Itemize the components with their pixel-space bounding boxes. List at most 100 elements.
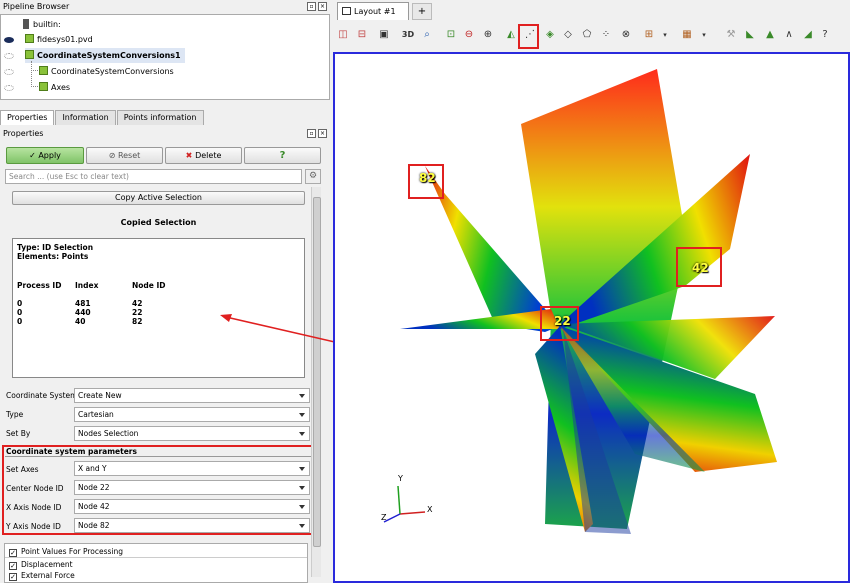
table-cell: 0 (17, 299, 23, 308)
table-cell: 40 (75, 317, 86, 326)
tree-item-fidesys[interactable]: fidesys01.pvd (25, 32, 93, 47)
close-icon[interactable]: × (318, 2, 327, 11)
tree-item-coordsys[interactable]: CoordinateSystemConversions (39, 64, 174, 79)
chevron-down-icon[interactable]: ▾ (658, 28, 672, 42)
add-layout-button[interactable]: + (412, 3, 432, 20)
table-cell: 0 (17, 317, 23, 326)
tab-layout-1[interactable]: Layout #1 x (337, 2, 409, 34)
split-horizontal-icon[interactable]: ◫ (336, 28, 350, 42)
highlight-toolbar-box (518, 24, 539, 49)
hover-query-icon[interactable]: ? (818, 28, 832, 42)
properties-title-text: Properties (3, 129, 44, 138)
list-item[interactable]: ✓ Displacement (9, 559, 73, 570)
tree-item-axes[interactable]: Axes (39, 80, 70, 95)
type-label: Type (6, 410, 24, 419)
zoom-to-data-icon[interactable]: ⌕ (420, 28, 434, 42)
col-header-process-id: Process ID (17, 281, 62, 290)
checkbox-checked-icon[interactable]: ✓ (9, 562, 17, 570)
disabled-tool-icon[interactable]: ⚒ (724, 28, 738, 42)
filter-icon (25, 50, 34, 59)
reset-camera-icon[interactable]: ⊡ (444, 28, 458, 42)
tree-item-builtin[interactable]: builtin: (23, 17, 61, 32)
pipeline-browser-title: Pipeline Browser (0, 0, 330, 14)
tree-item-coordsys1[interactable]: CoordinateSystemConversions1 (25, 48, 185, 63)
delete-icon: ✖ (185, 151, 196, 160)
reset-button[interactable]: ⊘ Reset (86, 147, 163, 164)
table-cell: 481 (75, 299, 91, 308)
pipeline-tree[interactable]: builtin: fidesys01.pvd CoordinateSystemC… (0, 14, 330, 100)
float-icon[interactable]: ▫ (307, 2, 316, 11)
properties-scrollbar[interactable] (311, 187, 321, 577)
filter-icon (39, 82, 48, 91)
toggle-3d-button[interactable]: 3D (399, 28, 417, 42)
checkbox-checked-icon[interactable]: ✓ (9, 573, 17, 581)
tab-properties[interactable]: Properties (0, 110, 55, 125)
apply-label: Apply (38, 151, 61, 160)
x-axis-node-select[interactable]: Node 42 (74, 499, 310, 514)
tab-information[interactable]: Information (55, 110, 116, 125)
table-cell: 82 (132, 317, 143, 326)
list-item[interactable]: ✓ External Force (9, 570, 75, 581)
ruler-icon[interactable]: ◣ (743, 28, 757, 42)
point-values-header[interactable]: ✓ Point Values For Processing (9, 546, 123, 557)
type-select[interactable]: Cartesian (74, 407, 310, 422)
grid-icon[interactable]: ⊞ (642, 28, 656, 42)
selection-elements: Elements: Points (17, 252, 89, 261)
interaction-mode-icon[interactable]: ⊕ (481, 28, 495, 42)
select-points-icon[interactable]: ◭ (504, 28, 518, 42)
y-axis-node-label: Y Axis Node ID (6, 522, 61, 531)
left-panel: Pipeline Browser ▫ × builtin: fidesys01.… (0, 0, 330, 583)
pick-point-icon[interactable]: ▲ (763, 28, 777, 42)
node-label-82: 82 (419, 171, 436, 185)
properties-title: Properties (0, 127, 330, 141)
y-axis-line (397, 485, 401, 515)
y-axis-node-select[interactable]: Node 82 (74, 518, 310, 533)
eye-hidden-icon[interactable] (4, 69, 14, 75)
select-cells-icon[interactable]: ◈ (543, 28, 557, 42)
coordinate-system-select[interactable]: Create New (74, 388, 310, 403)
mesh-plane-left-wing (400, 309, 560, 329)
set-by-select[interactable]: Nodes Selection (74, 426, 310, 441)
close-icon[interactable]: × (318, 129, 327, 138)
minus-icon[interactable]: ⊖ (462, 28, 476, 42)
point-values-heading-label: Point Values For Processing (21, 547, 124, 556)
coordinate-system-label: Coordinate System (6, 391, 78, 400)
axis-label-y: Y (398, 474, 403, 483)
checkbox-checked-icon[interactable]: ✓ (9, 549, 17, 557)
capture-icon[interactable]: ▣ (377, 28, 391, 42)
pipeline-dock-buttons: ▫ × (307, 2, 327, 11)
tab-points-information[interactable]: Points information (116, 110, 204, 125)
eye-visible-icon[interactable] (4, 37, 14, 43)
set-axes-select[interactable]: X and Y (74, 461, 310, 476)
grid-axes-icon[interactable]: ▦ (680, 28, 694, 42)
float-icon[interactable]: ▫ (307, 129, 316, 138)
point-values-list[interactable]: ✓ Point Values For Processing ✓ Displaceme… (4, 543, 308, 583)
render-view[interactable]: 82 42 22 Y X Z (333, 52, 850, 583)
select-frustum-icon[interactable]: ◇ (561, 28, 575, 42)
clear-selection-icon[interactable]: ⊗ (619, 28, 633, 42)
chevron-down-icon[interactable]: ▾ (697, 28, 711, 42)
angle-icon[interactable]: ∧ (782, 28, 796, 42)
axis-label-z: Z (381, 513, 387, 522)
select-polygon-icon[interactable]: ⬠ (580, 28, 594, 42)
table-cell: 42 (132, 299, 143, 308)
eye-hidden-icon[interactable] (4, 85, 14, 91)
tree-item-label: CoordinateSystemConversions1 (37, 51, 181, 60)
server-icon (23, 19, 29, 29)
eye-hidden-icon[interactable] (4, 53, 14, 59)
copy-active-selection-button[interactable]: Copy Active Selection (12, 191, 305, 205)
panel-tabs: Properties Information Points informatio… (0, 110, 205, 125)
help-query-icon[interactable]: ◢ (801, 28, 815, 42)
delete-button[interactable]: ✖ Delete (165, 147, 242, 164)
apply-button[interactable]: ✓ Apply (6, 147, 84, 164)
gear-icon[interactable]: ⚙ (305, 169, 321, 184)
split-vertical-icon[interactable]: ⊟ (355, 28, 369, 42)
help-button[interactable]: ? (244, 147, 321, 164)
search-input[interactable]: Search ... (use Esc to clear text) (5, 169, 302, 184)
center-node-select[interactable]: Node 22 (74, 480, 310, 495)
table-cell: 0 (17, 308, 23, 317)
select-block-icon[interactable]: ⁘ (599, 28, 613, 42)
scrollbar-thumb[interactable] (313, 197, 321, 547)
center-node-label: Center Node ID (6, 484, 64, 493)
tree-item-label: fidesys01.pvd (37, 35, 93, 44)
